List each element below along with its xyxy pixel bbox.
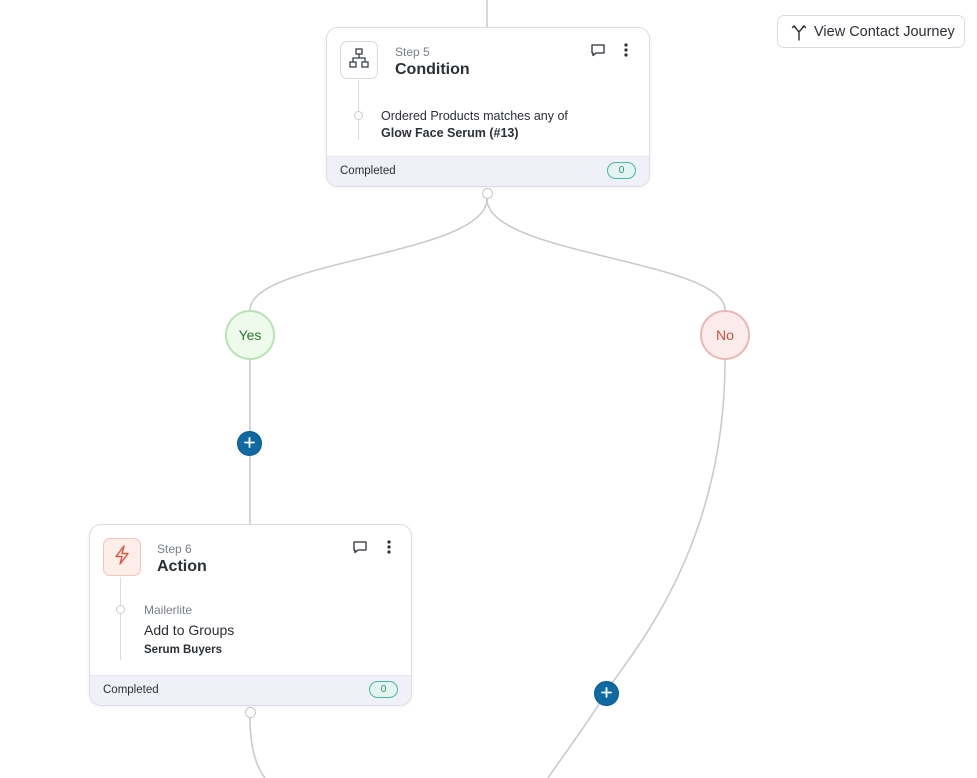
plus-icon [244, 435, 255, 453]
count-badge: 0 [369, 681, 398, 698]
add-step-button-no[interactable] [594, 681, 619, 706]
hierarchy-icon [348, 47, 370, 74]
status-text: Completed [340, 165, 396, 177]
plus-icon [601, 685, 612, 703]
condition-icon-box [340, 41, 378, 79]
step-label: Step 5 [395, 45, 430, 59]
more-options-icon[interactable] [380, 538, 398, 556]
condition-output-handle[interactable] [482, 188, 493, 199]
status-text: Completed [103, 684, 159, 696]
integration-name: Mailerlite [144, 603, 193, 617]
node-timeline-line [120, 577, 121, 660]
action-output-handle[interactable] [245, 707, 256, 718]
node-timeline-line [358, 80, 359, 140]
action-value: Serum Buyers [144, 644, 222, 656]
node-timeline-dot [116, 605, 125, 614]
view-contact-journey-button[interactable]: View Contact Journey [777, 15, 965, 48]
branch-fork-icon [790, 23, 808, 41]
count-badge: 0 [607, 162, 636, 179]
node-title: Action [157, 558, 207, 575]
comment-icon[interactable] [589, 41, 607, 59]
step-label: Step 6 [157, 542, 192, 556]
action-node-card[interactable]: Step 6 Action Mailerlite Add to Groups S… [89, 524, 412, 706]
more-options-icon[interactable] [617, 41, 635, 59]
connector-condition-to-yes [249, 198, 488, 311]
node-title: Condition [395, 61, 470, 78]
condition-rule-value: Glow Face Serum (#13) [381, 126, 519, 140]
connector-no-branch [547, 359, 726, 778]
comment-icon[interactable] [351, 538, 369, 556]
connector-action-down [249, 716, 266, 778]
action-icon-box [103, 538, 141, 576]
add-step-button-yes[interactable] [237, 431, 262, 456]
node-footer: Completed 0 [327, 156, 649, 186]
node-footer: Completed 0 [90, 675, 411, 705]
view-contact-journey-label: View Contact Journey [814, 23, 955, 40]
lightning-icon [112, 544, 132, 571]
branch-no[interactable]: No [700, 310, 750, 360]
condition-rule-text: Ordered Products matches any of [381, 109, 568, 123]
connector-condition-to-no [486, 198, 726, 311]
branch-yes[interactable]: Yes [225, 310, 275, 360]
action-name: Add to Groups [144, 622, 235, 638]
node-timeline-dot [354, 111, 363, 120]
condition-node-card[interactable]: Step 5 Condition Ordered Products matche… [326, 27, 650, 187]
